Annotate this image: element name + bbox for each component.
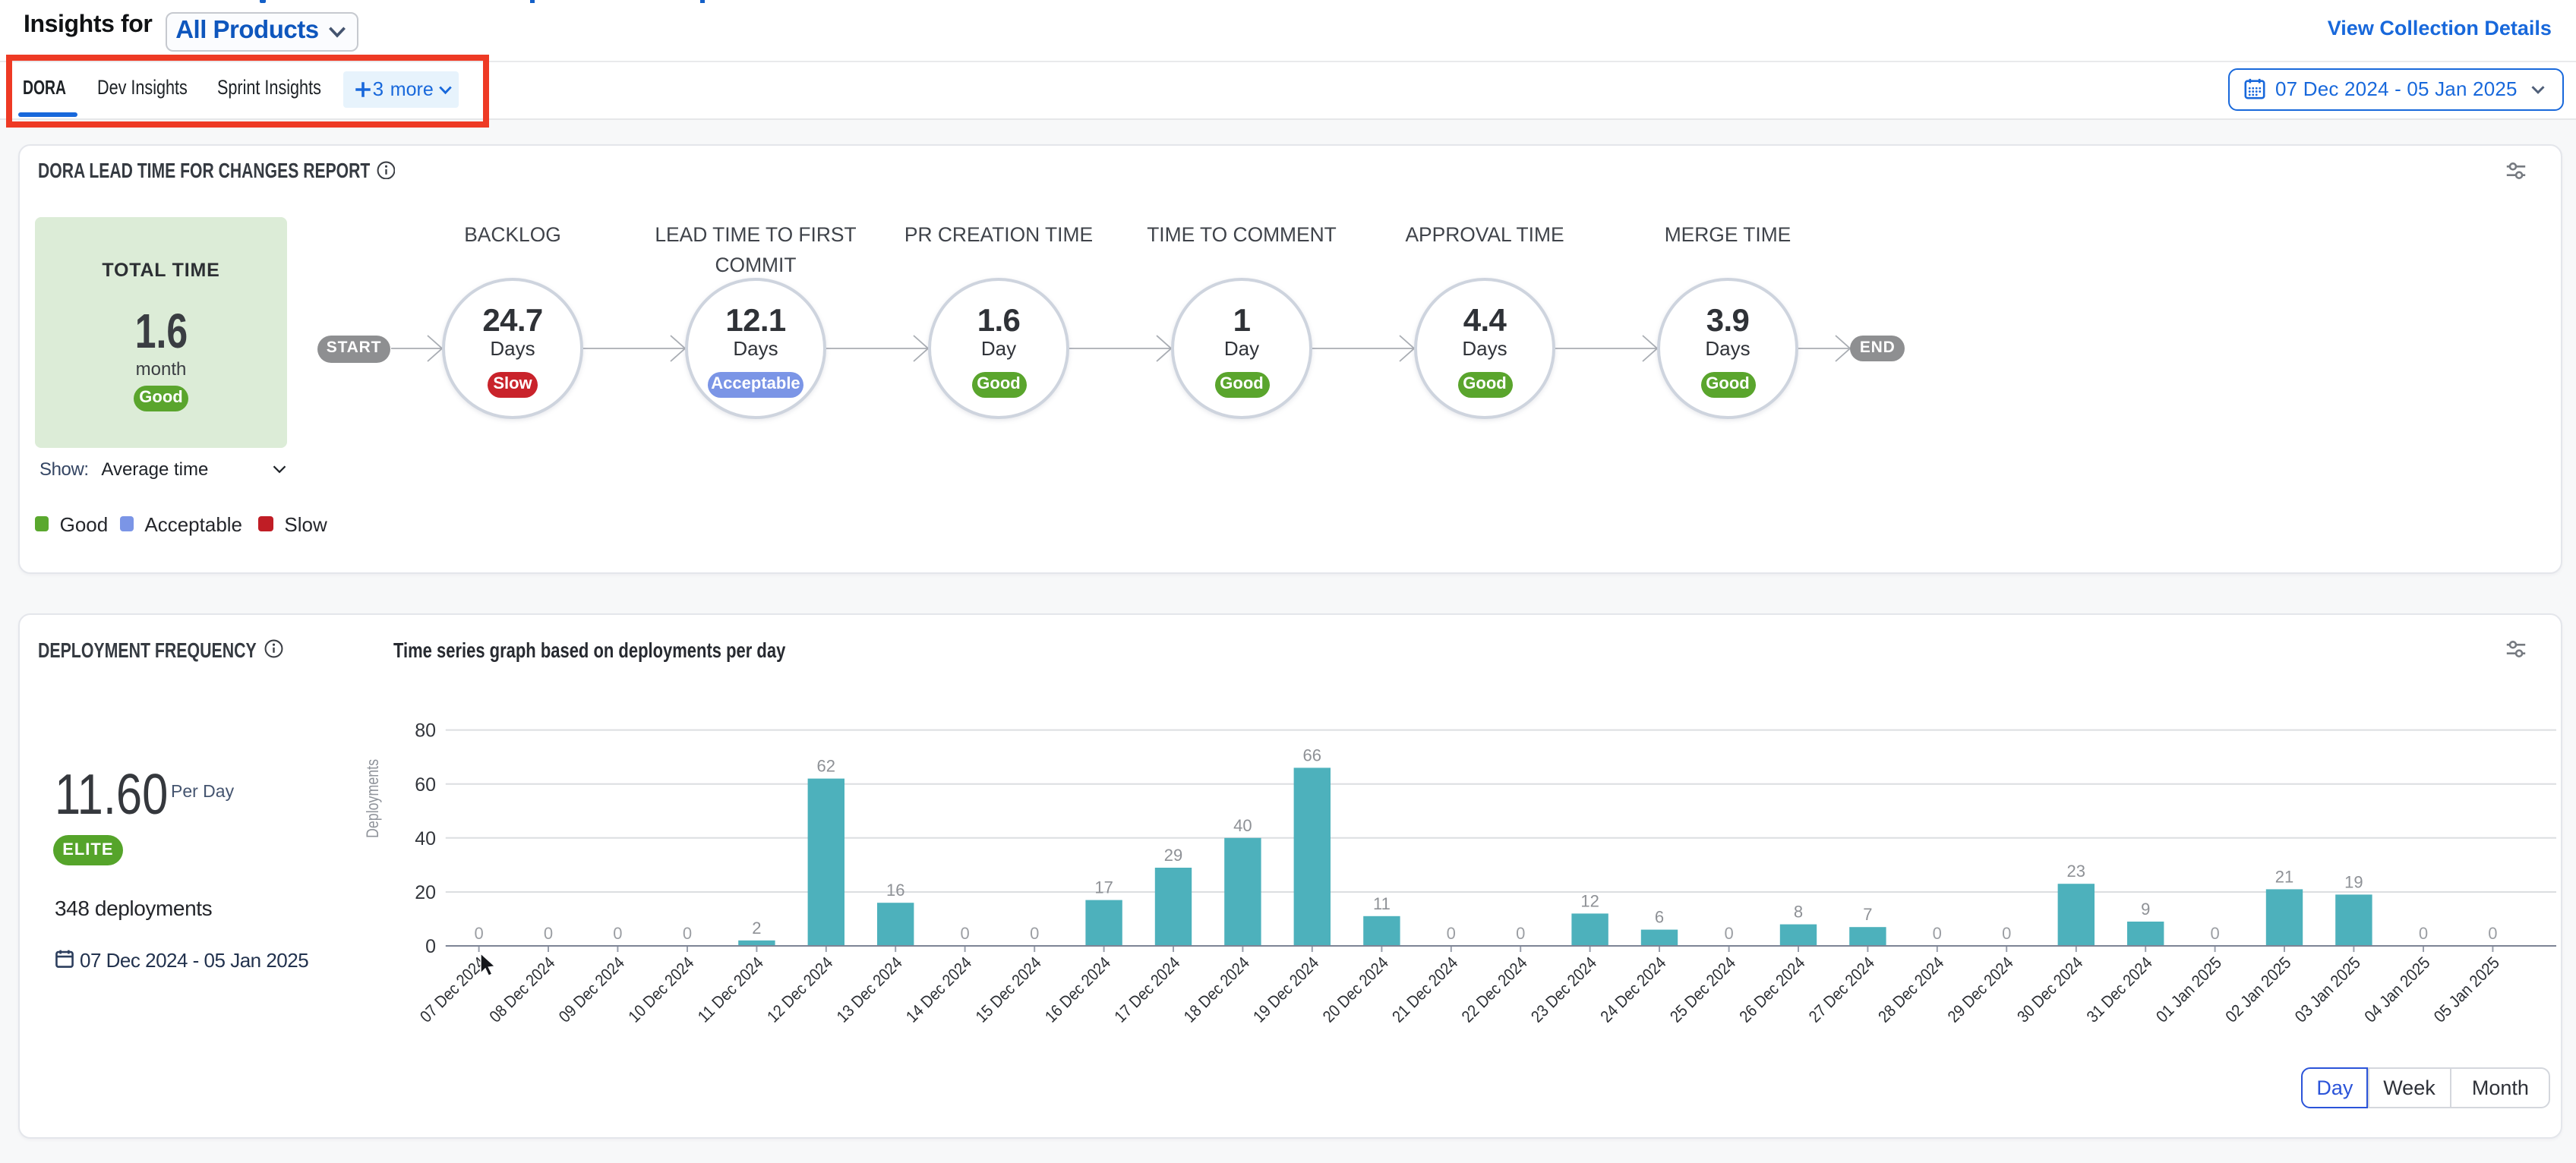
svg-text:62: 62 bbox=[817, 757, 835, 776]
svg-text:0: 0 bbox=[2210, 924, 2219, 943]
svg-text:0: 0 bbox=[2002, 924, 2011, 943]
svg-text:40: 40 bbox=[415, 828, 436, 849]
svg-text:19 Dec 2024: 19 Dec 2024 bbox=[1249, 953, 1322, 1026]
svg-text:16 Dec 2024: 16 Dec 2024 bbox=[1041, 953, 1114, 1026]
svg-text:29: 29 bbox=[1164, 846, 1182, 865]
svg-text:17: 17 bbox=[1094, 878, 1113, 897]
svg-text:0: 0 bbox=[474, 924, 483, 943]
svg-text:21: 21 bbox=[2275, 867, 2293, 886]
svg-text:03 Jan 2025: 03 Jan 2025 bbox=[2291, 953, 2364, 1026]
svg-text:01 Jan 2025: 01 Jan 2025 bbox=[2152, 953, 2225, 1026]
svg-text:0: 0 bbox=[1724, 924, 1733, 943]
svg-text:11 Dec 2024: 11 Dec 2024 bbox=[694, 953, 767, 1026]
svg-text:24 Dec 2024: 24 Dec 2024 bbox=[1596, 953, 1669, 1026]
svg-text:60: 60 bbox=[415, 774, 436, 796]
svg-text:10 Dec 2024: 10 Dec 2024 bbox=[624, 953, 697, 1026]
svg-text:07 Dec 2024: 07 Dec 2024 bbox=[416, 953, 489, 1026]
svg-text:9: 9 bbox=[2141, 900, 2150, 919]
svg-text:02 Jan 2025: 02 Jan 2025 bbox=[2221, 953, 2294, 1026]
svg-text:04 Jan 2025: 04 Jan 2025 bbox=[2360, 953, 2433, 1026]
svg-text:17 Dec 2024: 17 Dec 2024 bbox=[1110, 953, 1183, 1026]
svg-text:12: 12 bbox=[1580, 891, 1599, 910]
svg-text:Deployments: Deployments bbox=[363, 759, 382, 838]
svg-text:20 Dec 2024: 20 Dec 2024 bbox=[1319, 953, 1392, 1026]
svg-text:40: 40 bbox=[1233, 816, 1252, 835]
svg-text:66: 66 bbox=[1303, 745, 1321, 764]
svg-text:13 Dec 2024: 13 Dec 2024 bbox=[833, 953, 906, 1026]
svg-text:28 Dec 2024: 28 Dec 2024 bbox=[1874, 953, 1947, 1026]
svg-text:23 Dec 2024: 23 Dec 2024 bbox=[1527, 953, 1600, 1026]
svg-text:20: 20 bbox=[415, 882, 436, 903]
svg-text:0: 0 bbox=[1933, 924, 1942, 943]
svg-text:25 Dec 2024: 25 Dec 2024 bbox=[1666, 953, 1739, 1026]
svg-text:8: 8 bbox=[1794, 903, 1803, 922]
svg-text:22 Dec 2024: 22 Dec 2024 bbox=[1458, 953, 1531, 1026]
svg-text:0: 0 bbox=[2419, 924, 2428, 943]
svg-text:2: 2 bbox=[752, 919, 761, 938]
svg-text:29 Dec 2024: 29 Dec 2024 bbox=[1944, 953, 2017, 1026]
svg-text:11: 11 bbox=[1373, 894, 1391, 913]
svg-text:7: 7 bbox=[1863, 905, 1872, 924]
svg-text:0: 0 bbox=[425, 936, 436, 957]
svg-text:0: 0 bbox=[2488, 924, 2497, 943]
svg-text:23: 23 bbox=[2067, 862, 2085, 881]
svg-text:16: 16 bbox=[886, 881, 904, 900]
svg-text:12 Dec 2024: 12 Dec 2024 bbox=[763, 953, 836, 1026]
svg-text:09 Dec 2024: 09 Dec 2024 bbox=[555, 953, 628, 1026]
svg-text:19: 19 bbox=[2344, 872, 2363, 891]
svg-text:80: 80 bbox=[415, 720, 436, 742]
svg-text:27 Dec 2024: 27 Dec 2024 bbox=[1805, 953, 1878, 1026]
svg-text:14 Dec 2024: 14 Dec 2024 bbox=[902, 953, 975, 1026]
svg-text:0: 0 bbox=[613, 924, 622, 943]
svg-text:26 Dec 2024: 26 Dec 2024 bbox=[1735, 953, 1808, 1026]
svg-text:31 Dec 2024: 31 Dec 2024 bbox=[2083, 953, 2156, 1026]
svg-text:0: 0 bbox=[683, 924, 692, 943]
svg-text:0: 0 bbox=[960, 924, 969, 943]
svg-text:18 Dec 2024: 18 Dec 2024 bbox=[1180, 953, 1253, 1026]
svg-text:21 Dec 2024: 21 Dec 2024 bbox=[1388, 953, 1461, 1026]
svg-text:05 Jan 2025: 05 Jan 2025 bbox=[2430, 953, 2503, 1026]
svg-text:15 Dec 2024: 15 Dec 2024 bbox=[972, 953, 1045, 1026]
svg-text:0: 0 bbox=[1516, 924, 1525, 943]
svg-text:08 Dec 2024: 08 Dec 2024 bbox=[485, 953, 558, 1026]
svg-text:6: 6 bbox=[1655, 908, 1664, 927]
svg-text:0: 0 bbox=[1447, 924, 1456, 943]
svg-text:30 Dec 2024: 30 Dec 2024 bbox=[2013, 953, 2086, 1026]
svg-text:0: 0 bbox=[1030, 924, 1039, 943]
svg-text:0: 0 bbox=[544, 924, 553, 943]
